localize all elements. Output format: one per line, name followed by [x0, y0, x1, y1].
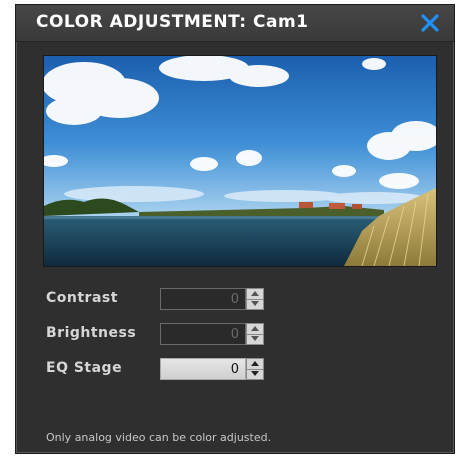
contrast-spinner[interactable]: [246, 288, 264, 310]
close-icon[interactable]: [420, 13, 440, 33]
eq-stage-spinner[interactable]: [246, 358, 264, 380]
analog-only-note: Only analog video can be color adjusted.: [46, 431, 272, 444]
color-adjustment-dialog: COLOR ADJUSTMENT: Cam1 Contrast 0 Bright…: [15, 4, 455, 454]
eq-stage-label: EQ Stage: [46, 360, 123, 376]
contrast-down-arrow-icon[interactable]: [247, 299, 263, 309]
brightness-input[interactable]: [160, 323, 246, 345]
contrast-label: Contrast: [46, 290, 118, 306]
camera-preview: [43, 55, 437, 267]
dialog-titlebar: COLOR ADJUSTMENT: Cam1: [16, 5, 454, 42]
dialog-title: COLOR ADJUSTMENT: Cam1: [36, 12, 309, 32]
eq-stage-down-arrow-icon[interactable]: [247, 369, 263, 379]
brightness-spinner[interactable]: [246, 323, 264, 345]
brightness-label: Brightness: [46, 325, 137, 341]
contrast-input[interactable]: [160, 288, 246, 310]
brightness-down-arrow-icon[interactable]: [247, 334, 263, 344]
eq-stage-input[interactable]: [160, 358, 246, 380]
